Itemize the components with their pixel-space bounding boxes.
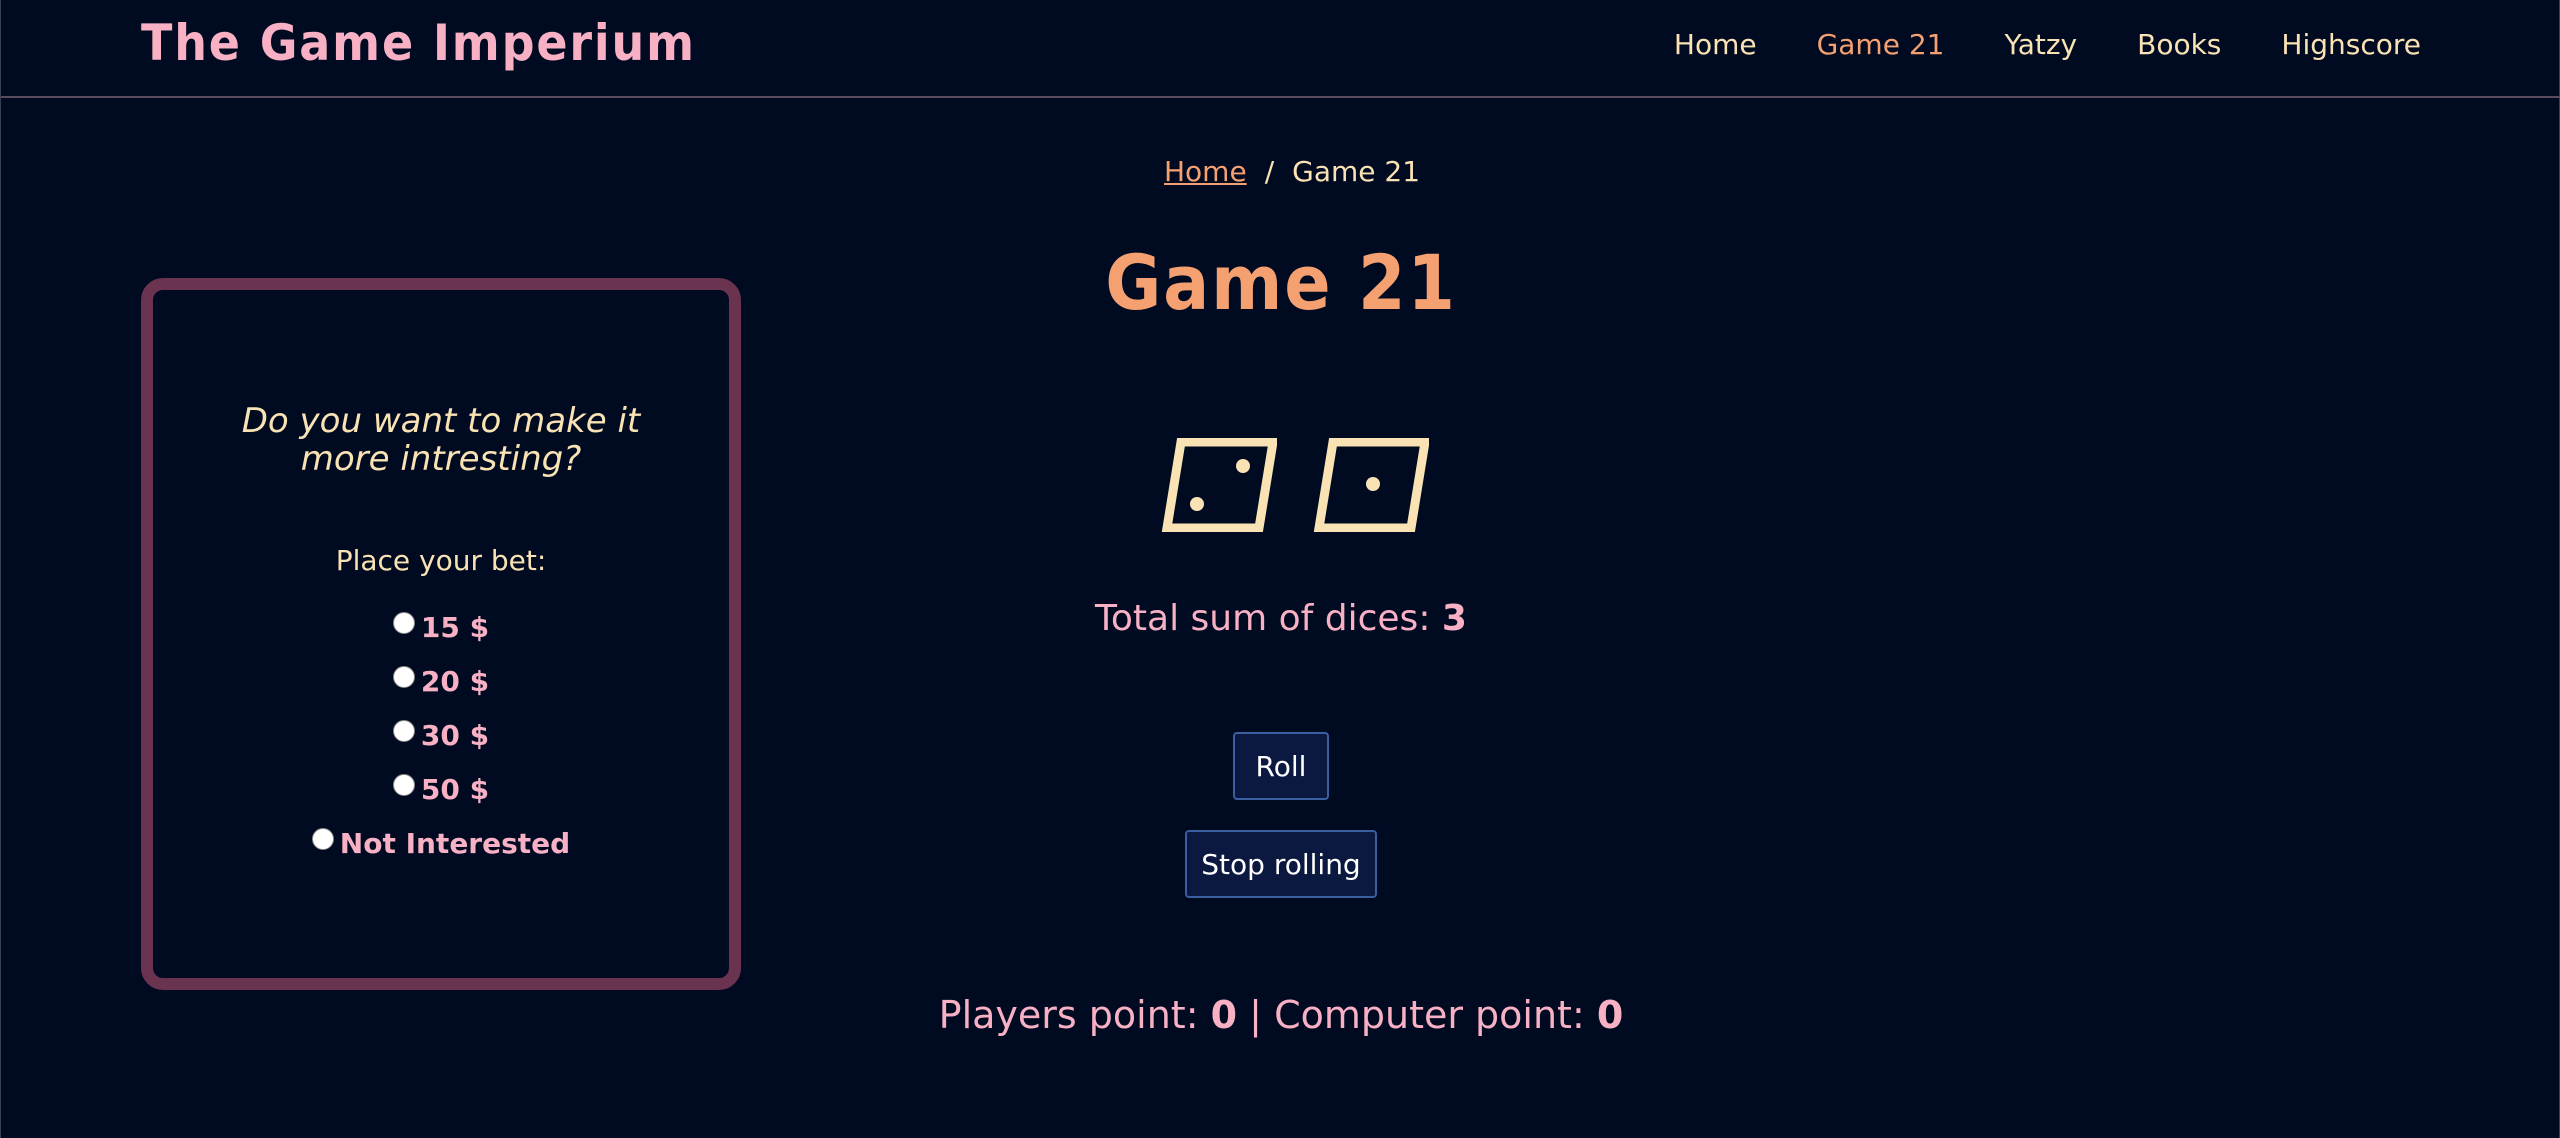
bet-option-20[interactable]: 20 $ (153, 654, 729, 708)
bet-option-50[interactable]: 50 $ (153, 762, 729, 816)
dice-area (1161, 438, 1429, 532)
dice-sum-label: Total sum of dices: (1095, 598, 1431, 639)
page: The Game Imperium Home Game 21 Yatzy Boo… (0, 0, 2560, 1138)
bet-question: Do you want to make it more intresting? (153, 402, 729, 478)
breadcrumb-current: Game 21 (1292, 155, 1421, 188)
nav-highscore[interactable]: Highscore (2281, 28, 2421, 61)
player-points-label: Players point: (938, 993, 1199, 1037)
bet-options: 15 $ 20 $ 30 $ 50 $ Not Interested (153, 600, 729, 870)
computer-points-value: 0 (1596, 993, 1624, 1037)
bet-radio-30[interactable] (392, 720, 415, 742)
die-face-1-icon (1313, 438, 1429, 532)
bet-panel: Do you want to make it more intresting? … (141, 278, 741, 990)
bet-radio-20[interactable] (392, 666, 415, 688)
bet-option-30[interactable]: 30 $ (153, 708, 729, 762)
score-line: Players point: 0 | Computer point: 0 (1, 993, 2560, 1037)
main-nav: Home Game 21 Yatzy Books Highscore (1674, 28, 2421, 61)
stop-rolling-button[interactable]: Stop rolling (1185, 830, 1377, 898)
computer-points-label: Computer point: (1274, 993, 1585, 1037)
die-face-2-icon (1161, 438, 1277, 532)
bet-question-line1: Do you want to make it (241, 401, 641, 441)
nav-yatzy[interactable]: Yatzy (2004, 28, 2077, 61)
bet-radio-not-interested[interactable] (311, 828, 334, 850)
nav-home[interactable]: Home (1674, 28, 1757, 61)
nav-game21[interactable]: Game 21 (1817, 28, 1945, 61)
bet-option-label[interactable]: 15 $ (421, 611, 489, 644)
bet-radio-15[interactable] (392, 612, 415, 634)
bet-option-label[interactable]: 50 $ (421, 773, 489, 806)
bet-option-label[interactable]: Not Interested (340, 827, 570, 860)
roll-button[interactable]: Roll (1233, 732, 1329, 800)
site-header: The Game Imperium Home Game 21 Yatzy Boo… (1, 0, 2560, 98)
breadcrumb-home-link[interactable]: Home (1164, 155, 1247, 188)
bet-question-line2: more intresting? (300, 439, 582, 479)
breadcrumb: Home / Game 21 (1164, 155, 1420, 188)
bet-option-label[interactable]: 20 $ (421, 665, 489, 698)
dice-sum-value: 3 (1441, 598, 1467, 639)
points-separator: | (1249, 993, 1262, 1037)
breadcrumb-separator: / (1264, 155, 1275, 188)
nav-books[interactable]: Books (2137, 28, 2221, 61)
bet-radio-50[interactable] (392, 774, 415, 796)
bet-option-15[interactable]: 15 $ (153, 600, 729, 654)
bet-label: Place your bet: (335, 544, 547, 577)
player-points-value: 0 (1210, 993, 1238, 1037)
bet-option-not-interested[interactable]: Not Interested (153, 816, 729, 870)
site-logo[interactable]: The Game Imperium (141, 14, 696, 72)
bet-option-label[interactable]: 30 $ (421, 719, 489, 752)
